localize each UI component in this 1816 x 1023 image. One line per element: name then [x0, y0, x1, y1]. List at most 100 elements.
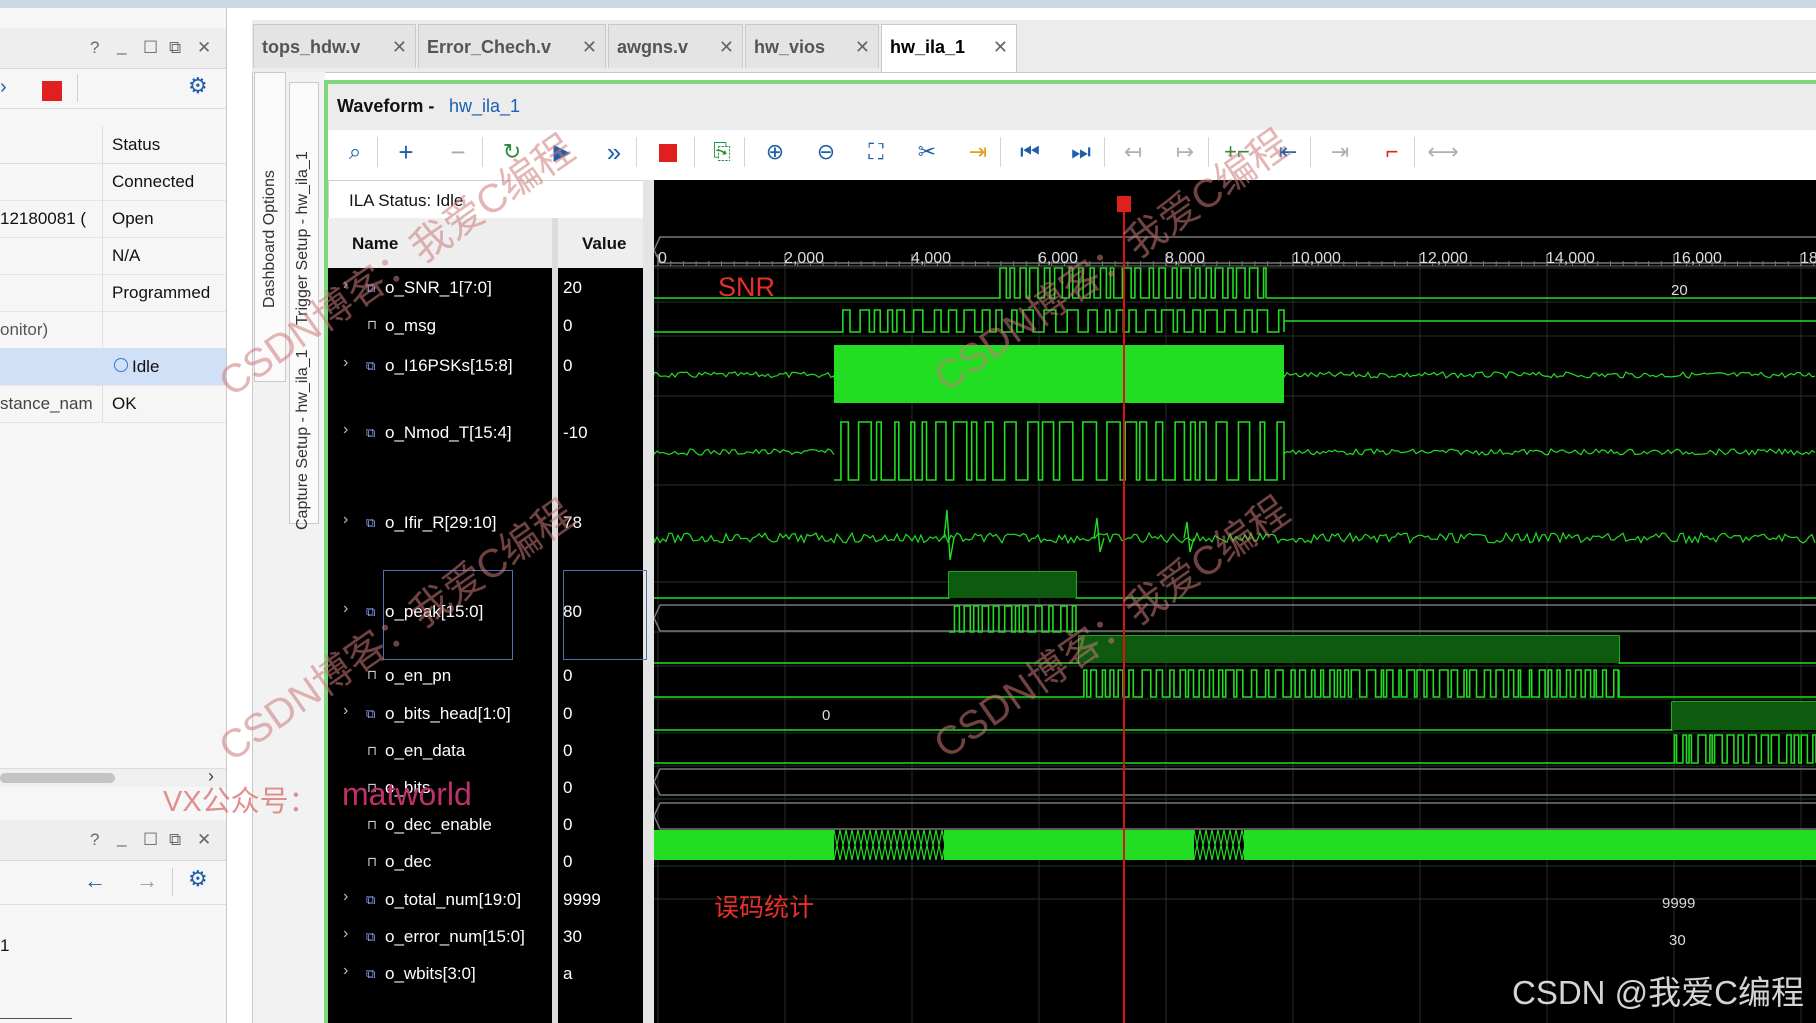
time-tick-label: 4,000	[911, 250, 952, 267]
toolbar-separator	[77, 74, 78, 102]
toolbar-separator	[694, 137, 695, 167]
gear-icon[interactable]: ⚙	[188, 866, 208, 892]
signal-name[interactable]: o_error_num[15:0]	[385, 927, 525, 947]
expand-chevron-icon[interactable]: ›	[343, 354, 348, 372]
export-icon[interactable]: ⎘	[704, 134, 740, 170]
time-tick-label: 0	[658, 250, 667, 267]
expand-chevron-icon[interactable]: ›	[343, 925, 348, 943]
back-arrow-icon[interactable]: ←	[84, 868, 106, 894]
close-button[interactable]: ✕	[197, 830, 211, 850]
goto-cursor-icon[interactable]: ⇥	[960, 134, 996, 170]
expand-chevron-icon[interactable]: ›	[343, 962, 348, 980]
bus-inline-value: 20	[1671, 282, 1688, 299]
zoom-fit-icon[interactable]: ⛶	[858, 134, 894, 170]
go-to-start-icon[interactable]: ⏮	[1012, 134, 1048, 170]
zoom-in-icon[interactable]: ⊕	[757, 134, 793, 170]
gear-icon[interactable]: ⚙	[188, 73, 208, 99]
waveform-title-link[interactable]: hw_ila_1	[449, 96, 520, 117]
table-row[interactable]: 12180081 (Open	[0, 200, 226, 238]
signal-name[interactable]: o_Ifir_R[29:10]	[385, 513, 497, 533]
fast-forward-icon[interactable]: »	[596, 134, 632, 170]
waveform-title: Waveform -	[337, 96, 435, 116]
next-marker-icon[interactable]: ⇥	[1322, 134, 1358, 170]
signal-name[interactable]: o_dec_enable	[385, 815, 492, 835]
waveform-traces[interactable]	[654, 180, 1816, 1023]
signal-name[interactable]: o_total_num[19:0]	[385, 890, 521, 910]
float-button[interactable]: ⧉	[169, 830, 181, 850]
tab-hw-vios[interactable]: hw_vios ✕	[745, 24, 879, 68]
go-to-end-icon[interactable]: ⏭	[1063, 134, 1099, 170]
expand-chevron-icon[interactable]: ›	[343, 511, 348, 529]
tab-awgns[interactable]: awgns.v ✕	[608, 24, 743, 68]
table-row[interactable]: Programmed	[0, 274, 226, 312]
signal-name[interactable]: o_bits_head[1:0]	[385, 704, 511, 724]
swap-cursor-icon[interactable]: ⌐	[1374, 134, 1410, 170]
signal-name[interactable]: o_msg	[385, 316, 436, 336]
close-icon[interactable]: ✕	[392, 25, 407, 69]
remove-icon[interactable]: −	[440, 134, 476, 170]
table-row[interactable]: Connected	[0, 163, 226, 201]
connect-icon[interactable]: ›	[0, 76, 7, 99]
previous-transition-icon[interactable]: ↤	[1115, 134, 1151, 170]
add-icon[interactable]: +	[388, 134, 424, 170]
time-tick-label: 12,000	[1419, 250, 1468, 267]
signal-name[interactable]: o_I16PSKs[15:8]	[385, 356, 513, 376]
search-icon[interactable]: ⌕	[337, 134, 373, 170]
expand-chevron-icon[interactable]: ›	[343, 421, 348, 439]
tab-tops-hdw[interactable]: tops_hdw.v ✕	[253, 24, 416, 68]
side-tab-dashboard-options[interactable]: Dashboard Options	[261, 148, 279, 308]
signal-value: 0	[563, 704, 573, 723]
row-name	[0, 274, 103, 311]
bus-icon: ⧉	[366, 706, 376, 721]
signal-name[interactable]: o_dec	[385, 852, 431, 872]
close-icon[interactable]: ✕	[993, 25, 1008, 69]
scrollbar-thumb[interactable]	[0, 773, 115, 783]
help-button[interactable]: ?	[90, 38, 99, 58]
expand-chevron-icon[interactable]: ›	[343, 702, 348, 720]
maximize-button[interactable]: ☐	[143, 38, 158, 58]
row-name: onitor)	[0, 311, 103, 348]
signal-name[interactable]: o_wbits[3:0]	[385, 964, 476, 984]
expand-chevron-icon[interactable]: ›	[343, 888, 348, 906]
wave-dec	[1672, 734, 1816, 764]
close-icon[interactable]: ✕	[719, 25, 734, 69]
time-tick-label: 16,000	[1673, 250, 1722, 267]
row-status: OK	[112, 394, 137, 413]
stop-icon[interactable]	[42, 81, 62, 101]
close-icon[interactable]: ✕	[855, 25, 870, 69]
tab-error-chech[interactable]: Error_Chech.v ✕	[418, 24, 606, 68]
table-row[interactable]: stance_nam OK	[0, 385, 226, 423]
wire-icon: ⊓	[367, 817, 378, 832]
row-status: Idle	[132, 357, 160, 376]
time-tick-label: 14,000	[1546, 250, 1595, 267]
table-row-selected[interactable]: Idle	[0, 348, 226, 386]
footer-watermark: CSDN @我爱C编程	[1512, 974, 1805, 1011]
signal-name[interactable]: o_en_pn	[385, 666, 451, 686]
table-row[interactable]: onitor)	[0, 311, 226, 349]
expand-chevron-icon[interactable]: ›	[343, 600, 348, 618]
signal-name[interactable]: o_Nmod_T[15:4]	[385, 423, 512, 443]
close-button[interactable]: ✕	[197, 38, 211, 58]
vx-watermark-name: matworld	[342, 776, 472, 812]
forward-arrow-icon[interactable]: →	[136, 868, 158, 894]
stop-icon[interactable]	[659, 144, 677, 162]
fit-width-icon[interactable]: ⟷	[1425, 134, 1461, 170]
wire-icon: ⊓	[367, 854, 378, 869]
float-button[interactable]: ⧉	[169, 38, 181, 58]
close-icon[interactable]: ✕	[582, 25, 597, 69]
toolbar-separator	[1000, 137, 1001, 167]
minimize-button[interactable]: _	[117, 36, 126, 56]
maximize-button[interactable]: ☐	[143, 830, 158, 850]
zoom-cursor-icon[interactable]: ✂	[909, 134, 945, 170]
minimize-button[interactable]: _	[117, 828, 126, 848]
bus-icon: ⧉	[366, 929, 376, 944]
help-button[interactable]: ?	[90, 830, 99, 850]
table-row[interactable]: N/A	[0, 237, 226, 275]
status-column-header[interactable]: Status	[112, 135, 160, 155]
signal-name[interactable]: o_en_data	[385, 741, 465, 761]
zoom-out-icon[interactable]: ⊖	[808, 134, 844, 170]
tab-hw-ila-1[interactable]: hw_ila_1 ✕	[881, 24, 1017, 72]
value-column-header[interactable]: Value	[582, 234, 626, 254]
wave-bits-head	[654, 604, 1816, 632]
wave-ifir	[834, 421, 1285, 481]
